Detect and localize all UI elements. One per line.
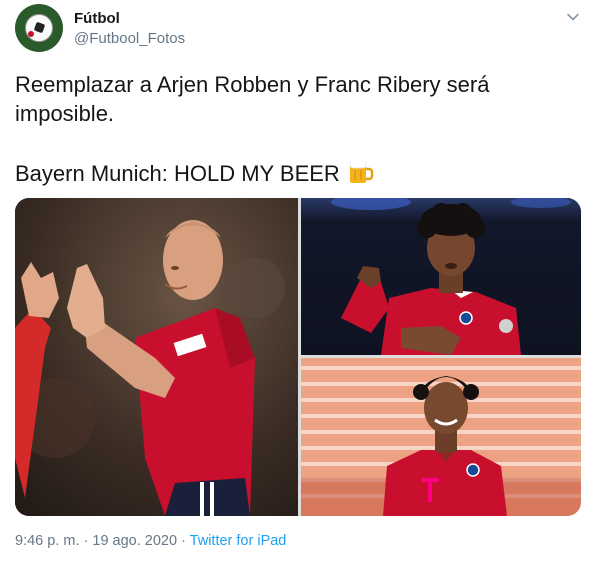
tweet-source-link[interactable]: Twitter for iPad bbox=[190, 533, 287, 549]
tweet-line-2: Bayern Munich: HOLD MY BEER bbox=[15, 157, 575, 188]
player-photo-3 bbox=[301, 358, 581, 516]
chevron-down-icon[interactable] bbox=[566, 10, 580, 24]
meta-separator-2: · bbox=[177, 533, 190, 549]
tweet-line-1: Reemplazar a Arjen Robben y Franc Ribery… bbox=[15, 72, 490, 126]
tweet-time[interactable]: 9:46 p. m. bbox=[15, 533, 79, 549]
media-grid bbox=[15, 198, 581, 516]
beer-mug-icon bbox=[349, 158, 374, 183]
tweet-line-2-text: Bayern Munich: HOLD MY BEER bbox=[15, 161, 340, 186]
media-photo-1[interactable] bbox=[15, 198, 298, 516]
player-photo-2 bbox=[301, 198, 581, 355]
soccer-ball-icon bbox=[25, 14, 53, 42]
author-handle[interactable]: @Futbool_Fotos bbox=[74, 30, 185, 47]
media-photo-3[interactable] bbox=[301, 358, 581, 516]
media-photo-2[interactable] bbox=[301, 198, 581, 355]
tweet: Fútbol @Futbool_Fotos Reemplazar a Arjen… bbox=[0, 0, 596, 565]
tweet-date[interactable]: 19 ago. 2020 bbox=[92, 533, 177, 549]
tweet-text: Reemplazar a Arjen Robben y Franc Ribery… bbox=[15, 70, 575, 188]
author-name[interactable]: Fútbol bbox=[74, 10, 120, 27]
tweet-meta: 9:46 p. m. · 19 ago. 2020 · Twitter for … bbox=[15, 533, 286, 549]
avatar[interactable] bbox=[15, 4, 63, 52]
meta-separator: · bbox=[79, 533, 93, 549]
player-photo-1 bbox=[15, 198, 298, 516]
